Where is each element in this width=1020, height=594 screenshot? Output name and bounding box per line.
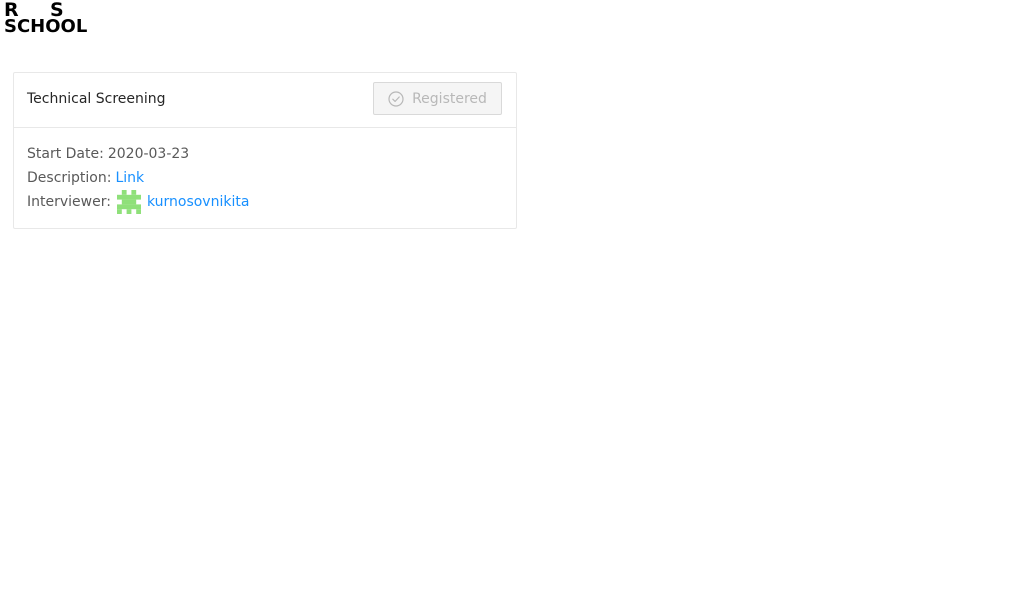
description-row: Description: Link — [27, 166, 503, 190]
interview-card: Technical Screening Registered Start Dat… — [13, 72, 517, 229]
start-date-value: 2020-03-23 — [107, 146, 190, 162]
description-link[interactable]: Link — [115, 168, 144, 188]
interviewer-label: Interviewer: — [27, 194, 111, 210]
check-circle-icon — [388, 90, 404, 107]
registered-button-label: Registered — [412, 90, 487, 107]
registered-button[interactable]: Registered — [373, 82, 502, 115]
interviewer-row: Interviewer: kurnosovnikita — [27, 190, 503, 214]
interviewer-link[interactable]: kurnosovnikita — [147, 192, 249, 212]
interviewer-avatar-icon[interactable] — [116, 190, 141, 214]
card-title: Technical Screening — [27, 91, 166, 107]
card-header: Technical Screening Registered — [14, 73, 516, 128]
card-body: Start Date: 2020-03-23 Description: Link… — [14, 128, 516, 228]
rs-school-logo[interactable]: R S SCHOOL — [4, 1, 100, 37]
start-date-row: Start Date: 2020-03-23 — [27, 142, 503, 166]
logo-line2: SCHOOL — [4, 16, 88, 37]
start-date-label: Start Date: — [27, 146, 104, 162]
description-label: Description: — [27, 170, 112, 186]
